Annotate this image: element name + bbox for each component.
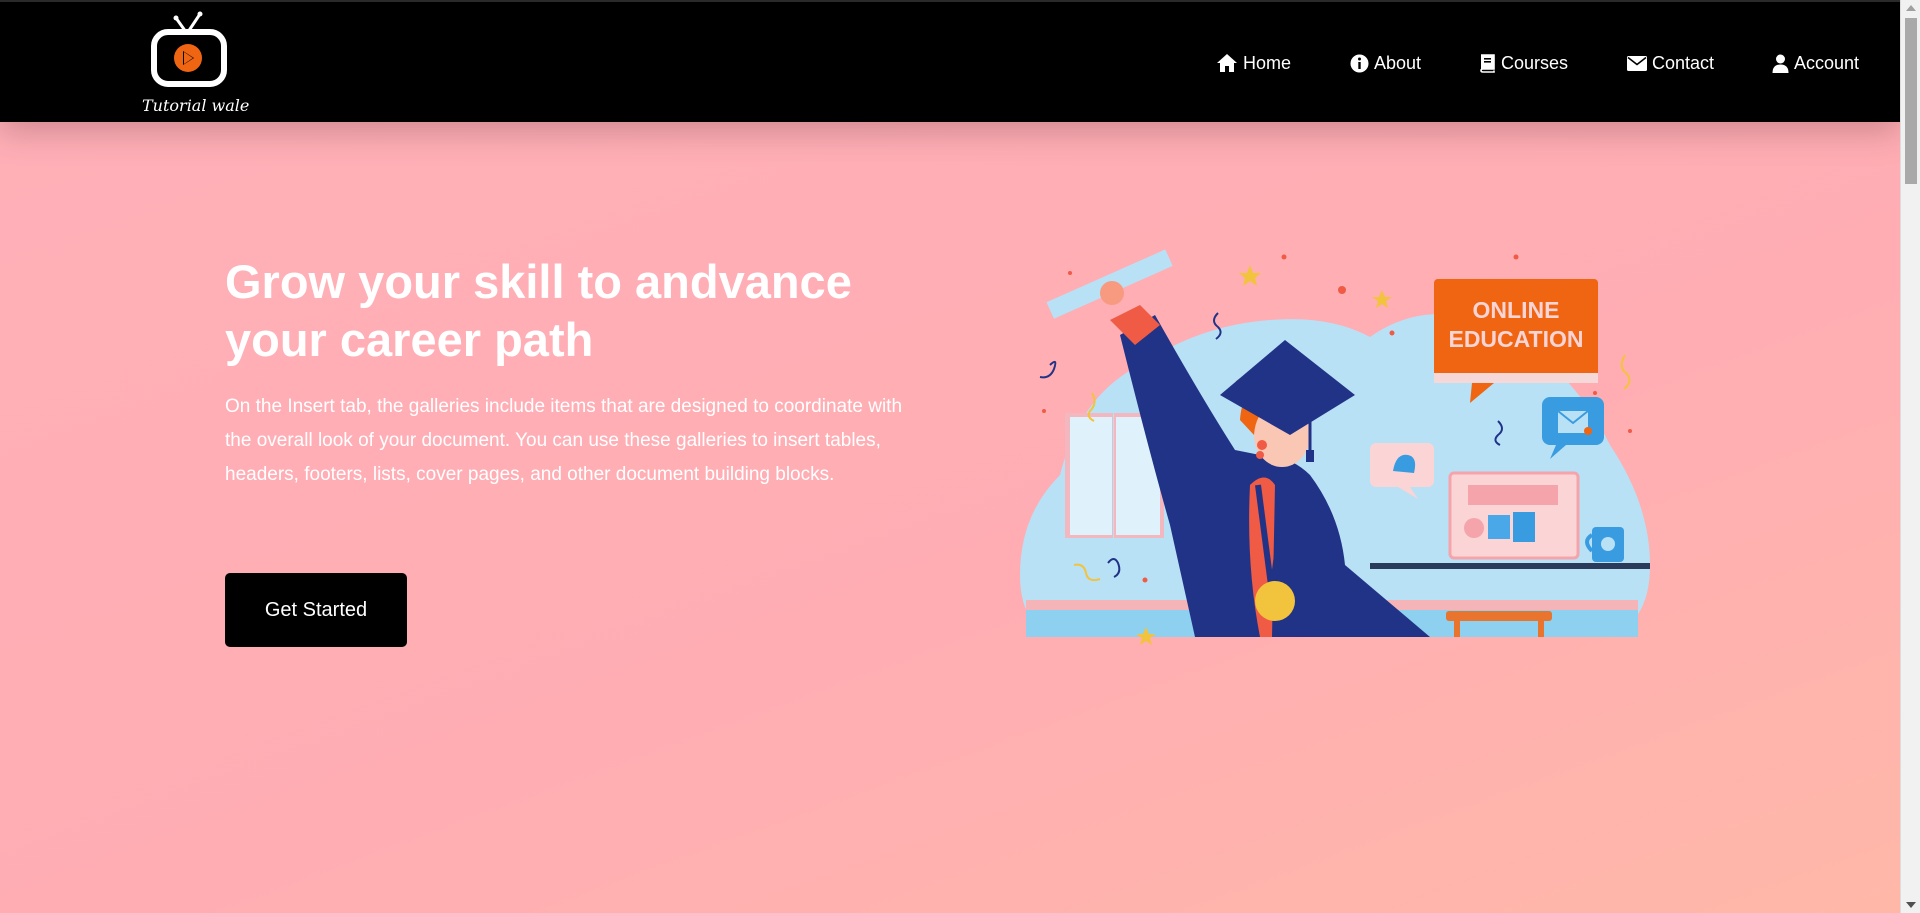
badge-line2: EDUCATION [1448, 326, 1583, 352]
hero-description: On the Insert tab, the galleries include… [225, 396, 903, 485]
hero-illustration: ONLINE EDUCATION [1010, 245, 1660, 645]
nav-item-label: Home [1243, 52, 1292, 73]
info-icon [1350, 54, 1369, 72]
logo[interactable]: Tutorial wale [140, 10, 250, 120]
scroll-up-arrow-icon[interactable] [1906, 5, 1916, 11]
badge-line1: ONLINE [1473, 297, 1560, 323]
book-icon [1480, 53, 1495, 73]
tv-play-icon [151, 11, 227, 87]
vertical-scrollbar[interactable] [1900, 0, 1920, 913]
scroll-thumb[interactable] [1905, 18, 1917, 184]
nav-item-label: Account [1794, 52, 1860, 73]
scroll-down-arrow-icon[interactable] [1906, 902, 1916, 908]
nav-item-home[interactable]: Home [1216, 51, 1291, 75]
nav-item-account[interactable]: Account [1772, 51, 1859, 75]
brand-name: Tutorial wale [142, 96, 250, 115]
user-icon [1772, 54, 1789, 73]
hero-title: Grow your skill to andvance your career … [225, 255, 852, 366]
nav-item-about[interactable]: About [1350, 51, 1421, 75]
get-started-button[interactable]: Get Started [225, 573, 407, 647]
nav-item-label: Contact [1652, 52, 1715, 73]
nav-item-label: Courses [1501, 52, 1569, 73]
envelope-icon [1627, 55, 1647, 71]
nav-item-label: About [1374, 52, 1422, 73]
navbar: Tutorial wale [0, 0, 1900, 122]
nav-item-courses[interactable]: Courses [1479, 51, 1568, 75]
graduate-illustration: ONLINE EDUCATION [1020, 249, 1650, 645]
nav-item-contact[interactable]: Contact [1627, 51, 1714, 75]
home-icon [1217, 54, 1237, 72]
